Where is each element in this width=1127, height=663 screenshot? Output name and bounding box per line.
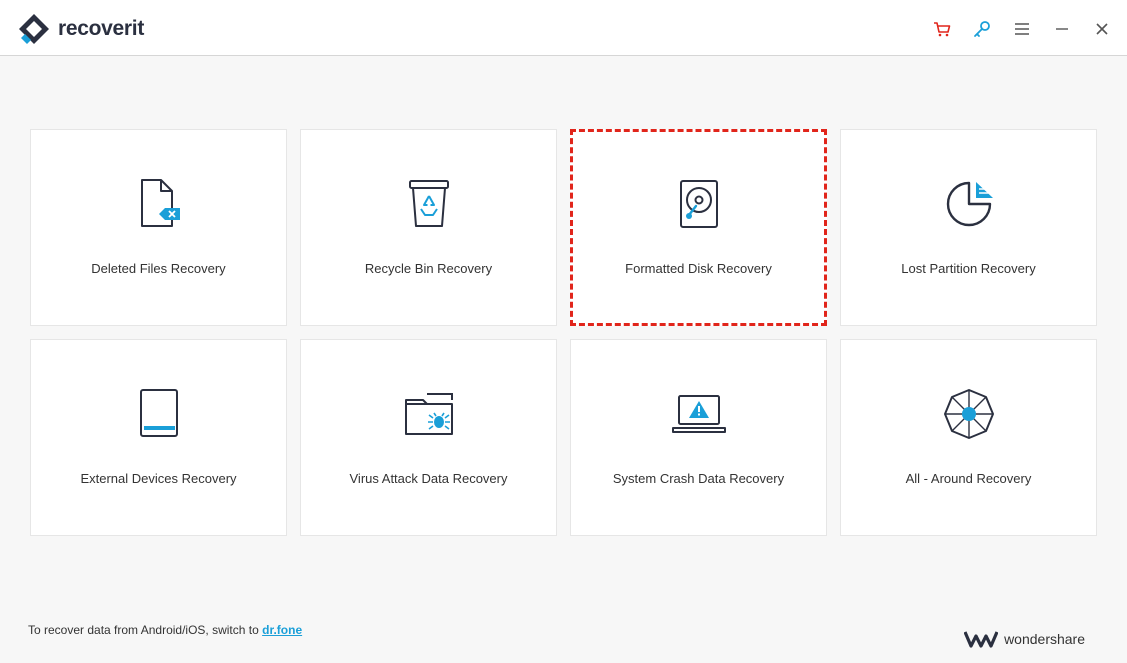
mode-label: Recycle Bin Recovery xyxy=(364,261,493,276)
title-bar: recoverit xyxy=(0,0,1127,56)
wondershare-brand: wondershare xyxy=(964,630,1085,648)
wondershare-logo-icon xyxy=(964,631,999,648)
mode-label: Deleted Files Recovery xyxy=(91,261,226,276)
mode-label: System Crash Data Recovery xyxy=(612,471,785,486)
mode-card-virus-attack[interactable]: Virus Attack Data Recovery xyxy=(300,339,557,536)
partition-pie-icon xyxy=(941,176,997,232)
recoverit-logo-icon xyxy=(19,14,49,44)
note-text: To recover data from Android/iOS, switch… xyxy=(28,623,263,637)
close-icon[interactable] xyxy=(1089,16,1115,42)
minimize-icon[interactable] xyxy=(1049,16,1075,42)
mode-card-external-devices[interactable]: External Devices Recovery xyxy=(30,339,287,536)
cart-icon[interactable] xyxy=(929,16,955,42)
drfone-link[interactable]: dr.fone xyxy=(262,623,302,637)
mode-label: Virus Attack Data Recovery xyxy=(349,471,508,486)
app-logo: recoverit xyxy=(18,13,144,45)
hard-disk-icon xyxy=(671,176,727,232)
mode-label: All - Around Recovery xyxy=(905,471,1032,486)
key-icon[interactable] xyxy=(969,16,995,42)
deleted-file-icon xyxy=(131,176,187,232)
mode-card-all-around[interactable]: All - Around Recovery xyxy=(840,339,1097,536)
crashed-laptop-icon xyxy=(671,386,727,442)
mode-card-deleted-files[interactable]: Deleted Files Recovery xyxy=(30,129,287,326)
recycle-bin-icon xyxy=(401,176,457,232)
mode-label: Formatted Disk Recovery xyxy=(625,261,772,276)
mode-card-lost-partition[interactable]: Lost Partition Recovery xyxy=(840,129,1097,326)
virus-folder-icon xyxy=(401,386,457,442)
recovery-mode-grid: Deleted Files Recovery Recycle Bin Recov… xyxy=(30,129,1097,537)
brand-name: wondershare xyxy=(1004,631,1085,647)
mode-card-formatted-disk[interactable]: Formatted Disk Recovery xyxy=(570,129,827,326)
menu-icon[interactable] xyxy=(1009,16,1035,42)
external-device-icon xyxy=(131,386,187,442)
all-around-icon xyxy=(941,386,997,442)
mode-label: External Devices Recovery xyxy=(80,471,237,486)
mode-card-system-crash[interactable]: System Crash Data Recovery xyxy=(570,339,827,536)
window-controls xyxy=(915,16,1115,42)
app-name: recoverit xyxy=(58,17,145,40)
mobile-recovery-note: To recover data from Android/iOS, switch… xyxy=(28,623,302,637)
mode-label: Lost Partition Recovery xyxy=(901,261,1036,276)
mode-card-recycle-bin[interactable]: Recycle Bin Recovery xyxy=(300,129,557,326)
